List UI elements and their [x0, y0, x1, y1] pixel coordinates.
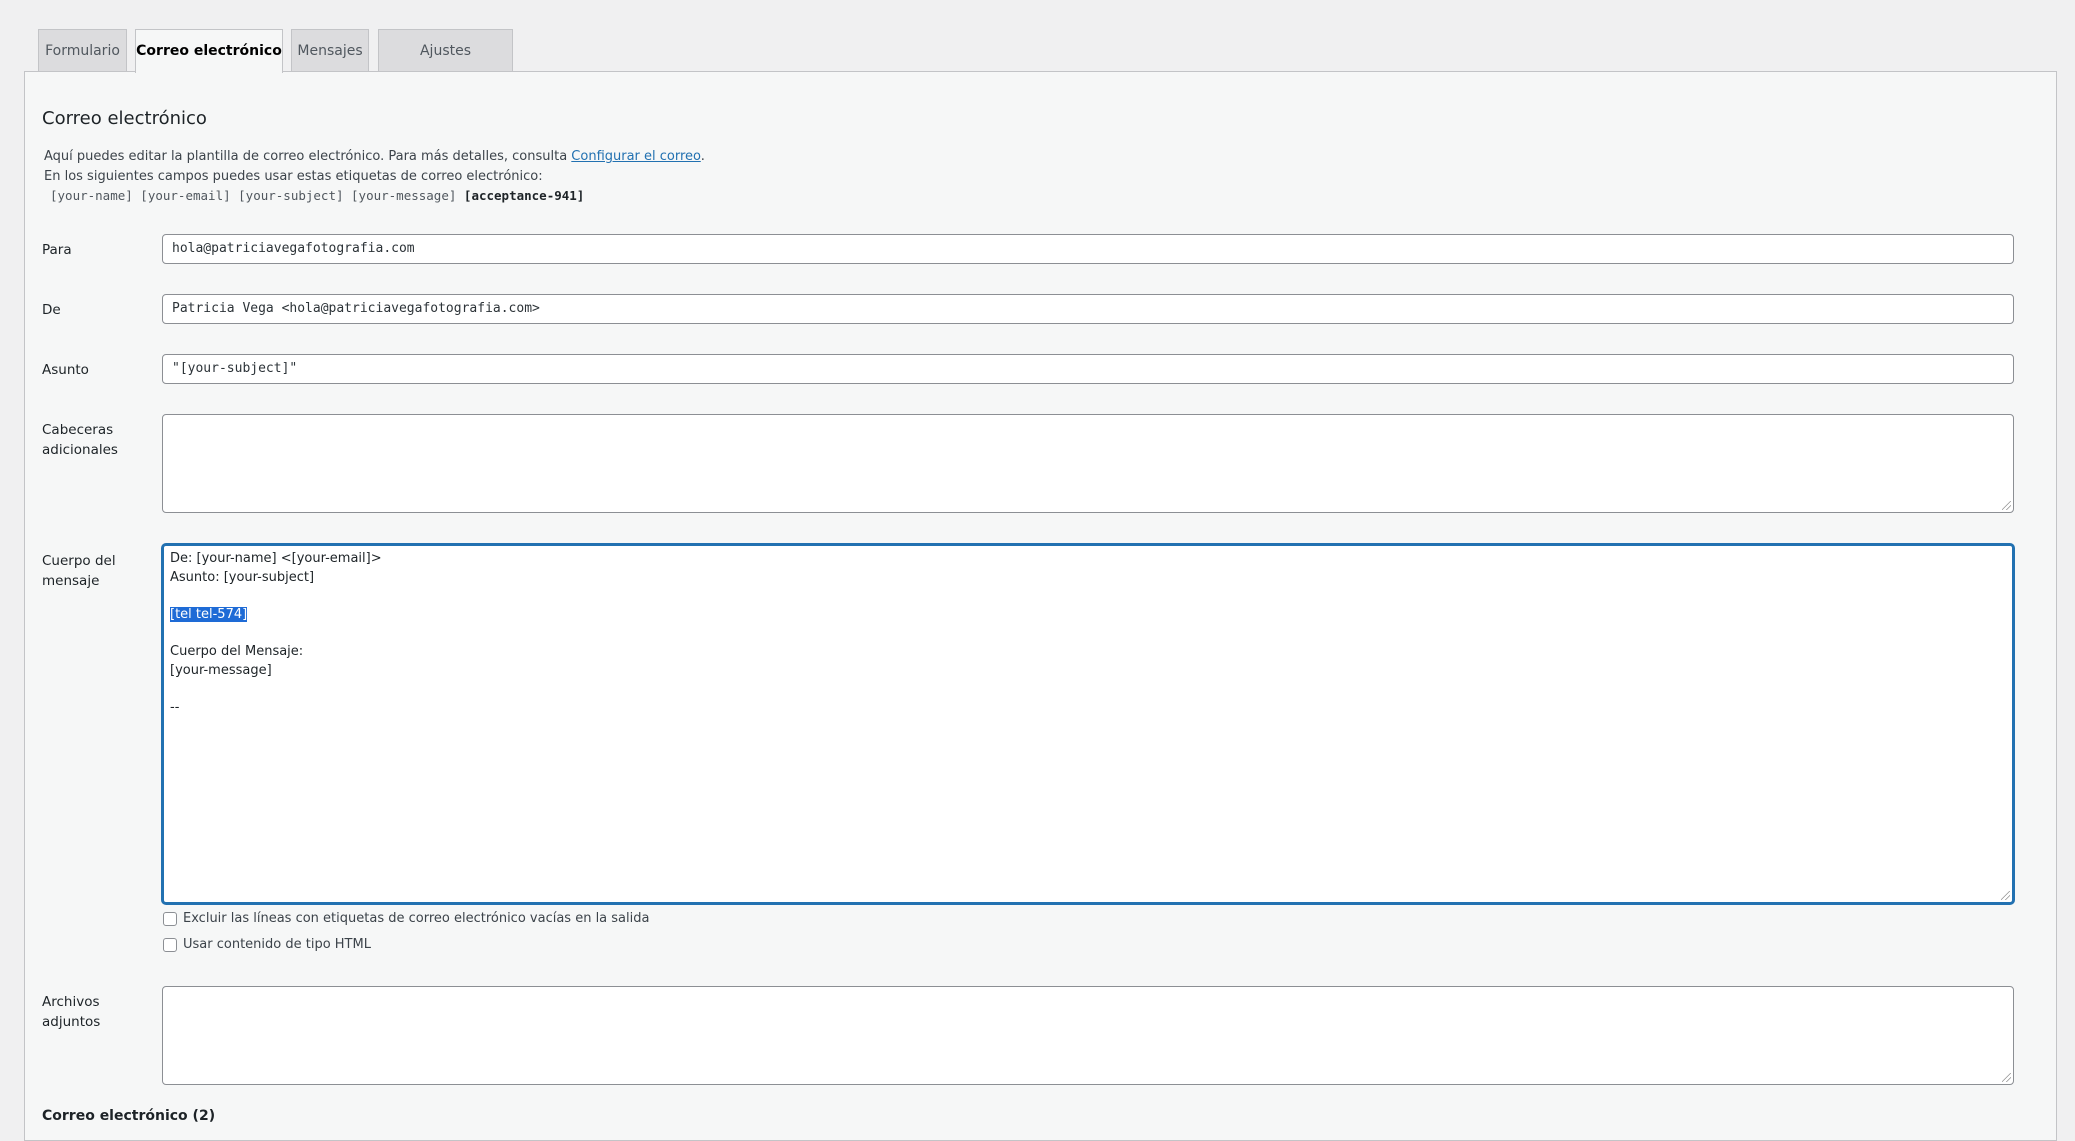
resize-grip-icon[interactable]	[2002, 1073, 2011, 1082]
resize-grip-icon[interactable]	[2001, 891, 2010, 900]
description-line-2: En los siguientes campos puedes usar est…	[44, 169, 543, 184]
tab-mensajes[interactable]: Mensajes	[291, 29, 369, 71]
selected-text: [tel tel-574]	[170, 606, 248, 622]
label-cabeceras-line1: Cabeceras	[42, 422, 114, 438]
mail-tags-regular: [your-name] [your-email] [your-subject] …	[50, 188, 457, 203]
tab-formulario[interactable]: Formulario	[38, 29, 127, 71]
body-line: --	[170, 699, 180, 715]
label-archivos-line2: adjuntos	[42, 1014, 101, 1030]
section-title: Correo electrónico	[42, 108, 207, 129]
label-cabeceras: Cabeceras adicionales	[42, 420, 118, 460]
exclude-blank-checkbox[interactable]	[163, 911, 177, 926]
body-line	[170, 680, 382, 699]
asunto-input[interactable]: "[your-subject]"	[162, 354, 2014, 384]
label-de: De	[42, 302, 61, 318]
use-html-checkbox[interactable]	[163, 937, 177, 952]
para-input[interactable]: hola@patriciavegafotografia.com	[162, 234, 2014, 264]
label-cuerpo-line1: Cuerpo del	[42, 553, 116, 569]
archivos-textarea[interactable]	[162, 986, 2014, 1085]
label-cabeceras-line2: adicionales	[42, 442, 118, 458]
body-line-selected: [tel tel-574]	[170, 606, 382, 625]
use-html-label: Usar contenido de tipo HTML	[183, 937, 371, 952]
mail-tag-acceptance: [acceptance-941]	[463, 188, 585, 203]
label-cuerpo-line2: mensaje	[42, 573, 100, 589]
mail-setup-link[interactable]: Configurar el correo	[571, 149, 700, 164]
cabeceras-textarea[interactable]	[162, 414, 2014, 513]
label-archivos-line1: Archivos	[42, 994, 100, 1010]
tab-ajustes-adicionales[interactable]: Ajustes adicionales	[378, 29, 513, 101]
body-line: De: [your-name] <[your-email]>	[170, 551, 382, 566]
description-suffix: .	[700, 149, 705, 164]
label-cuerpo: Cuerpo del mensaje	[42, 551, 116, 591]
body-line: Asunto: [your-subject]	[170, 569, 315, 585]
label-asunto: Asunto	[42, 362, 89, 378]
body-line: Cuerpo del Mensaje:	[170, 643, 304, 659]
body-line: [your-message]	[170, 662, 272, 678]
tab-correo-electronico[interactable]: Correo electrónico	[135, 29, 283, 73]
next-section-title: Correo electrónico (2)	[42, 1108, 216, 1124]
body-line	[170, 587, 382, 606]
mail-tags: [your-name] [your-email] [your-subject] …	[50, 188, 584, 203]
de-input[interactable]: Patricia Vega <hola@patriciavegafotograf…	[162, 294, 2014, 324]
description-line-1: Aquí puedes editar la plantilla de corre…	[44, 149, 705, 164]
exclude-blank-option[interactable]: Excluir las líneas con etiquetas de corr…	[163, 911, 649, 926]
cuerpo-content: De: [your-name] <[your-email]> Asunto: […	[170, 550, 382, 717]
label-para: Para	[42, 242, 72, 258]
use-html-option[interactable]: Usar contenido de tipo HTML	[163, 937, 371, 952]
description-text: Aquí puedes editar la plantilla de corre…	[44, 149, 568, 164]
exclude-blank-label: Excluir las líneas con etiquetas de corr…	[183, 911, 650, 926]
label-archivos: Archivos adjuntos	[42, 992, 100, 1032]
body-line	[170, 624, 382, 643]
resize-grip-icon[interactable]	[2002, 501, 2011, 510]
cuerpo-textarea[interactable]: De: [your-name] <[your-email]> Asunto: […	[162, 544, 2014, 904]
